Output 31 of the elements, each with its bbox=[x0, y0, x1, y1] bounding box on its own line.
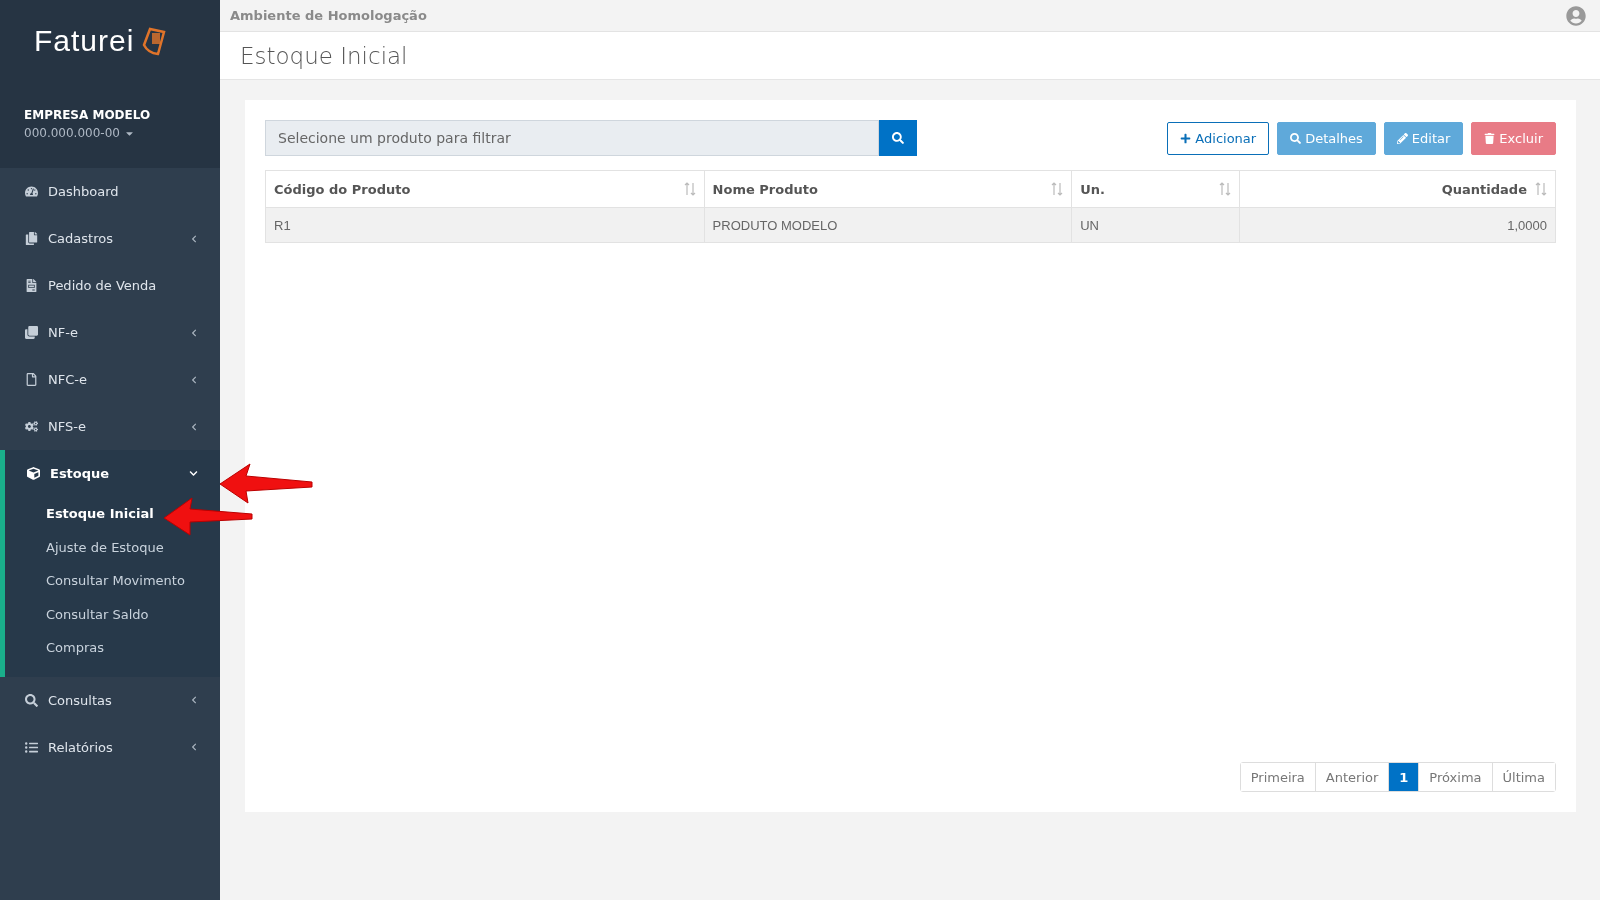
page-title: Estoque Inicial bbox=[240, 42, 408, 69]
submenu-item[interactable]: Consultar Movimento bbox=[5, 564, 220, 598]
page-button[interactable]: 1 bbox=[1388, 763, 1419, 791]
environment-label: Ambiente de Homologação bbox=[230, 8, 427, 23]
menu-item[interactable]: Cadastros bbox=[0, 215, 220, 262]
table-cell: R1 bbox=[265, 207, 705, 243]
submenu-item[interactable]: Ajuste de Estoque bbox=[5, 530, 220, 564]
table-cell: 1,0000 bbox=[1239, 207, 1556, 243]
table-cell: PRODUTO MODELO bbox=[704, 207, 1072, 243]
company-name: EMPRESA MODELO bbox=[24, 108, 152, 122]
add-button[interactable]: Adicionar bbox=[1167, 121, 1270, 155]
page-button[interactable]: Última bbox=[1491, 763, 1555, 791]
column-header[interactable]: Un. bbox=[1071, 170, 1240, 208]
submenu-item[interactable]: Estoque Inicial bbox=[5, 497, 220, 531]
column-header[interactable]: Nome Produto bbox=[704, 170, 1072, 208]
menu-item[interactable]: Consultas bbox=[0, 676, 220, 724]
company-document[interactable]: 000.000.000-00 bbox=[24, 126, 120, 140]
menu-item[interactable]: NFS-e bbox=[0, 403, 220, 450]
search-field[interactable]: Selecione um produto para filtrar bbox=[265, 120, 879, 156]
menu-item[interactable]: Estoque bbox=[5, 450, 220, 497]
brand-logo: Faturei bbox=[34, 24, 135, 58]
menu-item[interactable]: NFC-e bbox=[0, 356, 220, 403]
menu-item[interactable]: Dashboard bbox=[0, 168, 220, 215]
menu-item[interactable]: Relatórios bbox=[0, 723, 220, 771]
submenu-item[interactable]: Consultar Saldo bbox=[5, 597, 220, 631]
menu-item[interactable]: Pedido de Venda bbox=[0, 262, 220, 309]
menu-item[interactable]: NF-e bbox=[0, 309, 220, 356]
column-header[interactable]: Quantidade bbox=[1239, 170, 1556, 208]
column-header[interactable]: Código do Produto bbox=[265, 170, 705, 208]
table-cell: UN bbox=[1071, 207, 1240, 243]
submenu-item[interactable]: Compras bbox=[5, 631, 220, 665]
